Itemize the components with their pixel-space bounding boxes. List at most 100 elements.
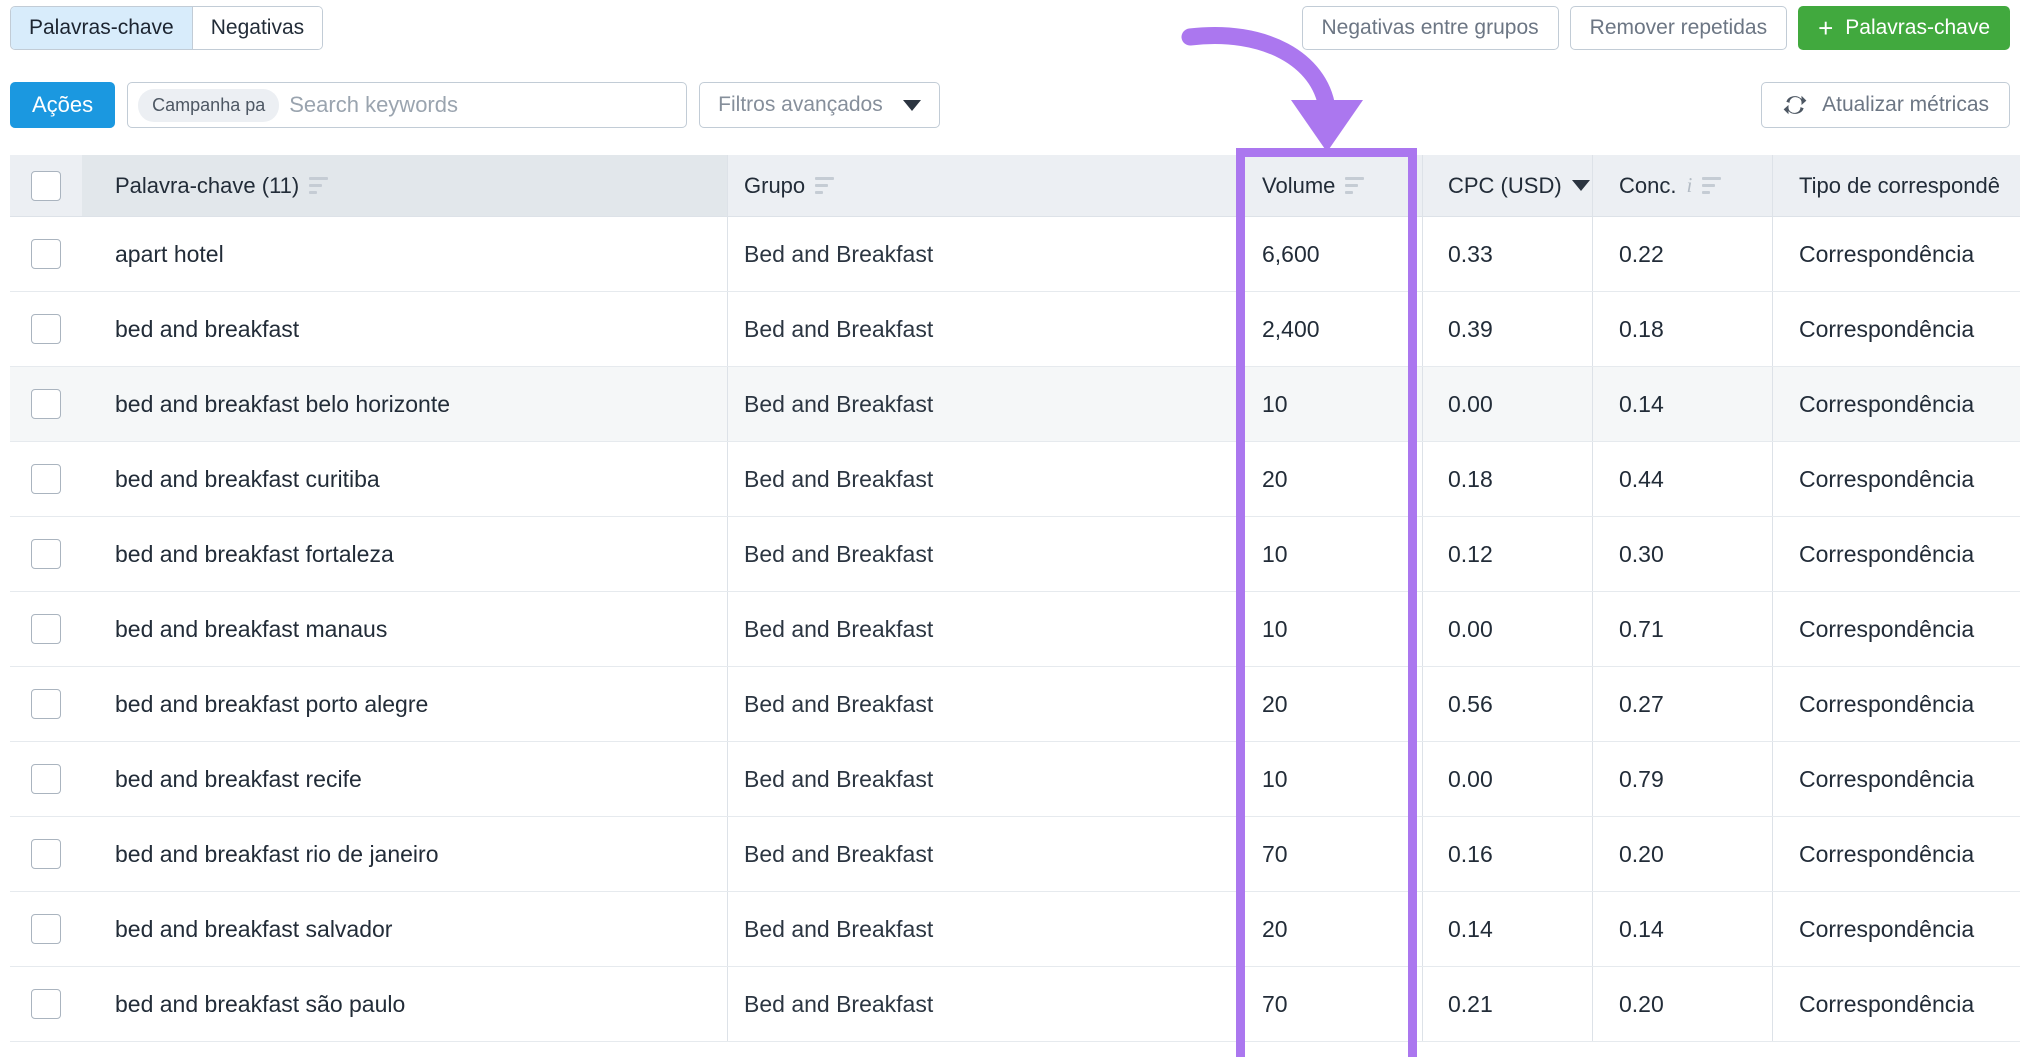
cell-keyword[interactable]: bed and breakfast são paulo bbox=[82, 967, 727, 1041]
col-header-group[interactable]: Grupo bbox=[727, 155, 1237, 216]
row-checkbox[interactable] bbox=[31, 914, 61, 944]
cell-competition: 0.14 bbox=[1592, 367, 1772, 441]
col-header-match-type-label: Tipo de correspondê bbox=[1799, 173, 2000, 199]
cell-match-type: Correspondência bbox=[1772, 742, 2020, 816]
sort-icon[interactable] bbox=[815, 177, 834, 194]
cell-keyword[interactable]: bed and breakfast fortaleza bbox=[82, 517, 727, 591]
row-checkbox[interactable] bbox=[31, 464, 61, 494]
row-checkbox[interactable] bbox=[31, 389, 61, 419]
cell-keyword[interactable]: bed and breakfast porto alegre bbox=[82, 667, 727, 741]
table-row[interactable]: bed and breakfast fortalezaBed and Break… bbox=[10, 517, 2020, 592]
cell-cpc: 0.21 bbox=[1422, 967, 1592, 1041]
cell-match-type: Correspondência bbox=[1772, 292, 2020, 366]
col-header-group-label: Grupo bbox=[744, 173, 805, 199]
keywords-table: Palavra-chave (11) Grupo Volume CPC (USD… bbox=[10, 155, 2020, 1042]
row-checkbox[interactable] bbox=[31, 989, 61, 1019]
col-header-competition-label: Conc. bbox=[1619, 173, 1676, 199]
row-select-cell bbox=[10, 667, 82, 741]
table-row[interactable]: bed and breakfast são pauloBed and Break… bbox=[10, 967, 2020, 1042]
cell-match-type: Correspondência bbox=[1772, 817, 2020, 891]
cell-competition: 0.20 bbox=[1592, 967, 1772, 1041]
sort-icon[interactable] bbox=[1702, 177, 1721, 194]
table-row[interactable]: bed and breakfast belo horizonteBed and … bbox=[10, 367, 2020, 442]
row-checkbox[interactable] bbox=[31, 764, 61, 794]
cell-keyword[interactable]: bed and breakfast salvador bbox=[82, 892, 727, 966]
cell-volume: 10 bbox=[1237, 742, 1422, 816]
cell-cpc: 0.18 bbox=[1422, 442, 1592, 516]
table-row[interactable]: bed and breakfast porto alegreBed and Br… bbox=[10, 667, 2020, 742]
chevron-down-icon[interactable] bbox=[1572, 180, 1590, 191]
cell-volume: 10 bbox=[1237, 367, 1422, 441]
row-checkbox[interactable] bbox=[31, 689, 61, 719]
cross-group-negatives-button[interactable]: Negativas entre grupos bbox=[1302, 6, 1559, 50]
row-select-cell bbox=[10, 367, 82, 441]
actions-button[interactable]: Ações bbox=[10, 82, 115, 128]
cell-cpc: 0.33 bbox=[1422, 217, 1592, 291]
cell-match-type: Correspondência bbox=[1772, 967, 2020, 1041]
col-header-volume[interactable]: Volume bbox=[1237, 155, 1422, 216]
table-row[interactable]: apart hotelBed and Breakfast6,6000.330.2… bbox=[10, 217, 2020, 292]
refresh-metrics-button[interactable]: Atualizar métricas bbox=[1761, 82, 2010, 128]
table-row[interactable]: bed and breakfast rio de janeiroBed and … bbox=[10, 817, 2020, 892]
table-row[interactable]: bed and breakfast salvadorBed and Breakf… bbox=[10, 892, 2020, 967]
sort-icon[interactable] bbox=[1345, 177, 1364, 194]
row-checkbox[interactable] bbox=[31, 239, 61, 269]
row-checkbox[interactable] bbox=[31, 839, 61, 869]
info-icon[interactable]: i bbox=[1686, 173, 1692, 198]
col-header-cpc[interactable]: CPC (USD) bbox=[1422, 155, 1592, 216]
cell-competition: 0.71 bbox=[1592, 592, 1772, 666]
refresh-icon bbox=[1782, 94, 1808, 116]
cell-keyword[interactable]: bed and breakfast rio de janeiro bbox=[82, 817, 727, 891]
select-all-checkbox[interactable] bbox=[31, 171, 61, 201]
cell-cpc: 0.00 bbox=[1422, 367, 1592, 441]
table-row[interactable]: bed and breakfastBed and Breakfast2,4000… bbox=[10, 292, 2020, 367]
view-tabs: Palavras-chave Negativas bbox=[10, 6, 323, 50]
cell-competition: 0.27 bbox=[1592, 667, 1772, 741]
tab-negativas-label: Negativas bbox=[211, 16, 304, 40]
row-select-cell bbox=[10, 292, 82, 366]
row-checkbox[interactable] bbox=[31, 539, 61, 569]
cell-group: Bed and Breakfast bbox=[727, 892, 1237, 966]
search-box[interactable]: Campanha pa bbox=[127, 82, 687, 128]
table-row[interactable]: bed and breakfast curitibaBed and Breakf… bbox=[10, 442, 2020, 517]
row-checkbox[interactable] bbox=[31, 614, 61, 644]
cell-keyword[interactable]: apart hotel bbox=[82, 217, 727, 291]
cell-cpc: 0.16 bbox=[1422, 817, 1592, 891]
cell-keyword[interactable]: bed and breakfast curitiba bbox=[82, 442, 727, 516]
cell-keyword[interactable]: bed and breakfast belo horizonte bbox=[82, 367, 727, 441]
cell-competition: 0.14 bbox=[1592, 892, 1772, 966]
col-header-match-type[interactable]: Tipo de correspondê bbox=[1772, 155, 2020, 216]
tab-palavras-chave[interactable]: Palavras-chave bbox=[11, 7, 193, 49]
cell-cpc: 0.14 bbox=[1422, 892, 1592, 966]
search-input[interactable] bbox=[279, 92, 676, 118]
cell-keyword[interactable]: bed and breakfast manaus bbox=[82, 592, 727, 666]
remove-duplicates-button[interactable]: Remover repetidas bbox=[1570, 6, 1787, 50]
filters-toolbar: Ações Campanha pa Filtros avançados bbox=[10, 82, 940, 128]
table-body: apart hotelBed and Breakfast6,6000.330.2… bbox=[10, 217, 2020, 1042]
table-row[interactable]: bed and breakfast manausBed and Breakfas… bbox=[10, 592, 2020, 667]
col-header-keyword[interactable]: Palavra-chave (11) bbox=[82, 155, 727, 216]
row-select-cell bbox=[10, 967, 82, 1041]
tab-negativas[interactable]: Negativas bbox=[193, 7, 322, 49]
row-select-cell bbox=[10, 517, 82, 591]
row-select-cell bbox=[10, 892, 82, 966]
advanced-filters-button[interactable]: Filtros avançados bbox=[699, 82, 940, 128]
col-header-cpc-label: CPC (USD) bbox=[1448, 173, 1562, 199]
tab-palavras-chave-label: Palavras-chave bbox=[29, 16, 174, 40]
cell-volume: 20 bbox=[1237, 667, 1422, 741]
col-header-competition[interactable]: Conc. i bbox=[1592, 155, 1772, 216]
cell-keyword[interactable]: bed and breakfast recife bbox=[82, 742, 727, 816]
table-row[interactable]: bed and breakfast recifeBed and Breakfas… bbox=[10, 742, 2020, 817]
cross-group-negatives-label: Negativas entre grupos bbox=[1322, 16, 1539, 40]
col-header-volume-label: Volume bbox=[1262, 173, 1335, 199]
row-select-cell bbox=[10, 217, 82, 291]
campaign-filter-chip[interactable]: Campanha pa bbox=[138, 89, 279, 122]
row-checkbox[interactable] bbox=[31, 314, 61, 344]
cell-volume: 10 bbox=[1237, 592, 1422, 666]
cell-cpc: 0.12 bbox=[1422, 517, 1592, 591]
cell-keyword[interactable]: bed and breakfast bbox=[82, 292, 727, 366]
add-keywords-button[interactable]: + Palavras-chave bbox=[1798, 6, 2010, 50]
sort-icon[interactable] bbox=[309, 177, 328, 194]
select-all-cell bbox=[10, 155, 82, 216]
cell-volume: 70 bbox=[1237, 817, 1422, 891]
